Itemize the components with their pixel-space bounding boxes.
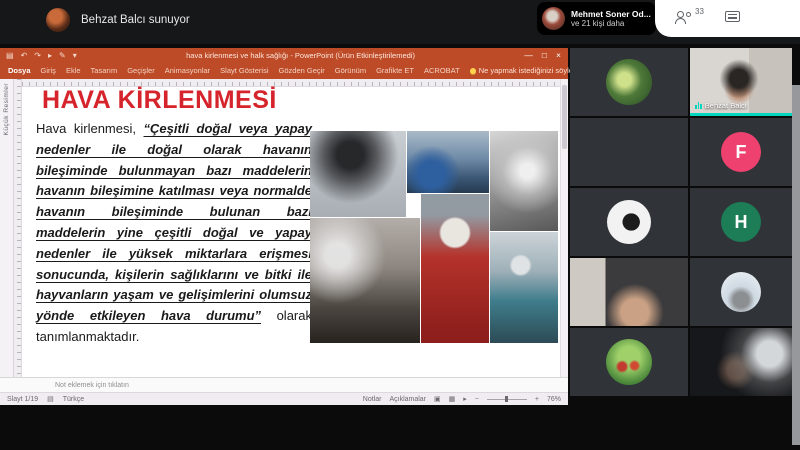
zoom-out-button[interactable]: −	[475, 396, 479, 403]
close-button[interactable]: ×	[556, 50, 561, 60]
lightbulb-icon	[470, 68, 476, 74]
avatar	[606, 339, 652, 385]
initial-letter: F	[736, 142, 747, 163]
photo-person-red-jacket-mask[interactable]	[421, 194, 489, 343]
avatar-initial-f: F	[721, 132, 761, 172]
notes-pane[interactable]: Not eklemek için tıklatın	[0, 377, 568, 392]
photo-cyclist-mask[interactable]	[490, 232, 558, 343]
minimize-button[interactable]: —	[524, 50, 533, 60]
participant-tile-video-dim-room[interactable]	[690, 328, 792, 396]
audio-activity-icon	[695, 102, 702, 109]
tab-dosya[interactable]: Dosya	[8, 66, 31, 75]
participants-sidebar: Behzat Balcı F H	[570, 48, 792, 398]
save-icon[interactable]: ▤	[6, 51, 14, 60]
powerpoint-window: ▤ ↶ ↷ ▸ ✎ ▾ hava kirlenmesi ve halk sağl…	[0, 48, 568, 405]
participant-tile-behzat-balci[interactable]: Behzat Balcı	[690, 48, 792, 116]
meeting-screen: Behzat Balcı sunuyor Mehmet Soner Od... …	[0, 0, 800, 450]
participant-tile-avatar-bw[interactable]	[570, 188, 688, 256]
zoom-slider-knob[interactable]	[505, 396, 508, 402]
notes-toggle-button[interactable]: Notlar	[363, 396, 382, 403]
comments-toggle-button[interactable]: Açıklamalar	[389, 396, 426, 403]
tab-gorunum[interactable]: Görünüm	[335, 66, 366, 75]
notes-placeholder: Not eklemek için tıklatın	[55, 382, 129, 389]
pen-icon[interactable]: ✎	[59, 51, 66, 60]
slide-sorter-view-icon[interactable]: ▦	[449, 395, 456, 403]
tab-animasyonlar[interactable]: Animasyonlar	[165, 66, 210, 75]
participant-tile-video-man[interactable]	[570, 258, 688, 326]
slide-body-textbox[interactable]: Hava kirlenmesi, “Çeşitli doğal veya yap…	[36, 119, 312, 348]
body-quote: “Çeşitli doğal veya yapay nedenler ile d…	[36, 121, 312, 323]
slide-indicator: Slayt 1/19	[7, 396, 38, 403]
pinned-name: Mehmet Soner Od...	[571, 9, 651, 19]
presenter-banner: Behzat Balcı sunuyor	[46, 8, 190, 32]
slideshow-icon[interactable]: ▸	[48, 51, 52, 60]
window-title: hava kirlenmesi ve halk sağlığı - PowerP…	[77, 51, 525, 60]
tab-grafikte-et[interactable]: Grafikte ET	[376, 66, 414, 75]
zoom-level[interactable]: 76%	[547, 396, 561, 403]
participant-tile-avatar-green[interactable]	[570, 48, 688, 116]
pinned-participant-chip[interactable]: Mehmet Soner Od... ve 21 kişi daha	[537, 2, 656, 35]
slideshow-view-icon[interactable]: ▸	[463, 395, 467, 403]
avatar	[606, 59, 652, 105]
photo-ash-cloud[interactable]	[490, 131, 558, 231]
thumbnails-collapsed-panel[interactable]: Küçük Resimler	[0, 79, 14, 377]
editing-area: Küçük Resimler HAVA KİRLENMESİ Hava kirl…	[0, 79, 568, 377]
pinned-avatar	[542, 7, 565, 30]
participant-tile-h[interactable]: H	[690, 188, 792, 256]
quick-access-toolbar: ▤ ↶ ↷ ▸ ✎ ▾	[0, 51, 77, 60]
normal-view-icon[interactable]: ▣	[434, 395, 441, 403]
language-button[interactable]: Türkçe	[63, 396, 84, 403]
pollution-photo-collage	[310, 131, 558, 343]
participants-count-badge: 33	[695, 7, 704, 16]
scrollbar-thumb[interactable]	[562, 85, 567, 149]
participant-tile-video-woman[interactable]	[570, 118, 688, 186]
photo-factory-chimneys[interactable]	[310, 218, 420, 343]
avatar	[607, 200, 651, 244]
thumbnails-panel-label: Küçük Resimler	[3, 83, 10, 136]
spellcheck-icon[interactable]: ▤	[47, 395, 54, 403]
ribbon-tab-bar: Dosya Giriş Ekle Tasarım Geçişler Animas…	[0, 62, 568, 79]
presenter-banner-label: Behzat Balcı sunuyor	[81, 14, 190, 26]
tab-ekle[interactable]: Ekle	[66, 66, 81, 75]
status-right-group: Notlar Açıklamalar ▣ ▦ ▸ − + 76%	[363, 395, 561, 403]
zoom-in-button[interactable]: +	[535, 396, 539, 403]
participant-name-tag: Behzat Balcı	[695, 101, 747, 110]
initial-letter: H	[735, 212, 748, 233]
tab-gozden-gecir[interactable]: Gözden Geçir	[279, 66, 325, 75]
slide-title-textbox[interactable]: HAVA KİRLENMESİ	[42, 86, 277, 115]
photo-traffic[interactable]	[407, 131, 489, 193]
zoom-slider[interactable]	[487, 399, 527, 400]
meet-actions-panel: 33 Siz	[655, 0, 800, 37]
tab-giris[interactable]: Giriş	[41, 66, 56, 75]
meet-top-bar: Behzat Balcı sunuyor Mehmet Soner Od... …	[0, 0, 800, 44]
participant-name: Behzat Balcı	[705, 101, 747, 110]
tab-acrobat[interactable]: ACROBAT	[424, 66, 460, 75]
window-controls: — □ ×	[524, 50, 568, 60]
participant-tile-avatar-group[interactable]	[570, 328, 688, 396]
powerpoint-title-bar: ▤ ↶ ↷ ▸ ✎ ▾ hava kirlenmesi ve halk sağl…	[0, 48, 568, 62]
avatar-initial-h: H	[721, 202, 761, 242]
sidebar-scrollbar[interactable]	[792, 85, 800, 445]
pinned-others-count: ve 21 kişi daha	[571, 19, 651, 28]
powerpoint-status-bar: Slayt 1/19 ▤ Türkçe Notlar Açıklamalar ▣…	[0, 392, 568, 405]
slide-scrollbar[interactable]	[560, 79, 568, 377]
slide-canvas[interactable]: HAVA KİRLENMESİ Hava kirlenmesi, “Çeşitl…	[22, 79, 560, 377]
maximize-button[interactable]: □	[542, 50, 547, 60]
avatar	[721, 272, 761, 312]
redo-icon[interactable]: ↷	[34, 51, 41, 60]
tab-slayt-gosterisi[interactable]: Slayt Gösterisi	[220, 66, 268, 75]
undo-icon[interactable]: ↶	[21, 51, 28, 60]
participant-tile-avatar-sky[interactable]	[690, 258, 792, 326]
body-prefix: Hava kirlenmesi,	[36, 121, 144, 136]
chat-icon[interactable]	[725, 11, 740, 22]
participants-icon[interactable]	[675, 11, 693, 24]
photo-smokestack[interactable]	[310, 131, 406, 217]
tab-tasarim[interactable]: Tasarım	[91, 66, 118, 75]
tab-gecisler[interactable]: Geçişler	[127, 66, 155, 75]
presenter-avatar	[46, 8, 70, 32]
vertical-ruler	[14, 79, 22, 377]
participant-tile-f[interactable]: F	[690, 118, 792, 186]
